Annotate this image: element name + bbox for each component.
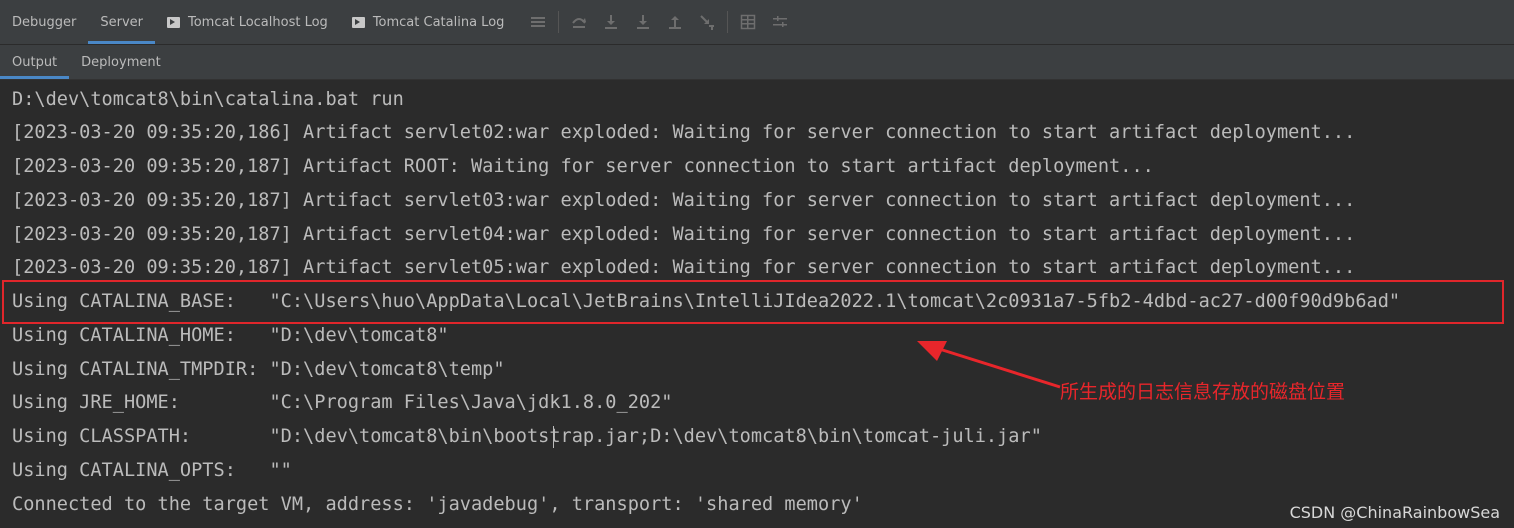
tab-label: Debugger	[12, 14, 77, 30]
annotation-arrow-icon	[917, 341, 1061, 389]
menu-lines-icon[interactable]	[530, 14, 546, 30]
run-to-cursor-icon[interactable]	[699, 14, 715, 30]
toolbar-separator	[727, 11, 729, 33]
console-tab-icon	[351, 16, 365, 28]
watermark: CSDN @ChinaRainbowSea	[1289, 503, 1500, 522]
tab-debugger[interactable]: Debugger	[0, 0, 88, 44]
tab-deployment[interactable]: Deployment	[69, 45, 173, 79]
console-tab-icon	[167, 16, 180, 28]
annotation-highlight-box	[2, 280, 1504, 324]
tab-output[interactable]: Output	[0, 45, 70, 79]
console-line: Using CATALINA_HOME: "D:\dev\tomcat8"	[12, 325, 449, 346]
console-line: Connected to the target VM, address: 'ja…	[12, 494, 863, 515]
annotation-text: 所生成的日志信息存放的磁盘位置	[1060, 381, 1346, 403]
force-step-into-icon[interactable]	[635, 14, 651, 30]
step-over-icon[interactable]	[571, 14, 587, 30]
output-tab-bar: Output Deployment	[0, 45, 1514, 80]
tab-label: Tomcat Localhost Log	[188, 14, 328, 30]
evaluate-icon[interactable]	[740, 14, 756, 30]
tab-tomcat-localhost-log[interactable]: Tomcat Localhost Log	[155, 0, 340, 44]
tab-label: Server	[100, 14, 143, 30]
tab-label: Deployment	[81, 54, 161, 70]
console-line: [2023-03-20 09:35:20,187] Artifact servl…	[12, 224, 1356, 245]
console-line: [2023-03-20 09:35:20,186] Artifact servl…	[12, 122, 1356, 143]
console-line: Using JRE_HOME: "C:\Program Files\Java\j…	[12, 392, 673, 413]
console-output[interactable]: D:\dev\tomcat8\bin\catalina.bat run [202…	[0, 80, 1514, 528]
console-line: Using CATALINA_OPTS: ""	[12, 460, 292, 481]
tool-window-tab-bar: Debugger Server Tomcat Localhost Log Tom…	[0, 0, 1514, 45]
console-line: Using CATALINA_TMPDIR: "D:\dev\tomcat8\t…	[12, 359, 505, 380]
toolbar-separator	[558, 11, 560, 33]
tab-tomcat-catalina-log[interactable]: Tomcat Catalina Log	[340, 0, 517, 44]
console-line: [2023-03-20 09:35:20,187] Artifact servl…	[12, 190, 1356, 211]
step-into-icon[interactable]	[603, 14, 619, 30]
debugger-toolbar	[516, 0, 796, 44]
console-line: Using CLASSPATH: "D:\dev\tomcat8\bin\boo…	[12, 426, 1042, 447]
console-line: [2023-03-20 09:35:20,187] Artifact ROOT:…	[12, 156, 1154, 177]
console-line: D:\dev\tomcat8\bin\catalina.bat run	[12, 89, 404, 110]
step-out-icon[interactable]	[667, 14, 683, 30]
text-caret	[553, 426, 554, 448]
tab-server[interactable]: Server	[88, 0, 155, 44]
trace-icon[interactable]	[772, 14, 788, 30]
tab-label: Output	[12, 54, 58, 70]
tab-label: Tomcat Catalina Log	[372, 14, 505, 30]
